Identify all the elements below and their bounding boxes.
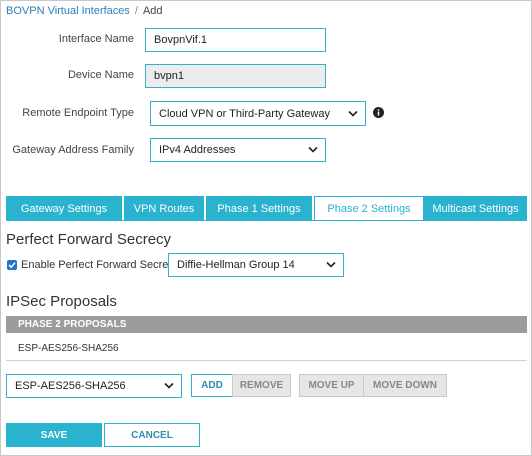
proposal-select[interactable]: ESP-AES256-SHA256: [6, 374, 182, 398]
dh-group-value: Diffie-Hellman Group 14: [177, 259, 295, 271]
remote-endpoint-type-label: Remote Endpoint Type: [22, 107, 134, 119]
pfs-section-title: Perfect Forward Secrecy: [6, 231, 172, 248]
pfs-checkbox[interactable]: [7, 260, 17, 270]
save-button[interactable]: SAVE: [6, 423, 102, 447]
tab-gateway-settings[interactable]: Gateway Settings: [6, 196, 124, 221]
tab-multicast-settings[interactable]: Multicast Settings: [424, 196, 527, 221]
divider: [6, 360, 527, 361]
tab-underline: [6, 220, 527, 221]
gateway-address-family-select[interactable]: IPv4 Addresses: [150, 138, 326, 162]
checkmark-icon: [8, 262, 16, 269]
table-row[interactable]: ESP-AES256-SHA256: [18, 343, 119, 354]
tab-phase-1-settings[interactable]: Phase 1 Settings: [206, 196, 314, 221]
info-icon[interactable]: [373, 107, 384, 118]
move-down-button[interactable]: MOVE DOWN: [363, 374, 447, 397]
remote-endpoint-type-select[interactable]: Cloud VPN or Third-Party Gateway: [150, 101, 366, 126]
breadcrumb-separator: /: [134, 5, 138, 17]
proposals-column-header: PHASE 2 PROPOSALS: [6, 316, 527, 333]
remote-endpoint-type-value: Cloud VPN or Third-Party Gateway: [159, 107, 330, 120]
device-name-label: Device Name: [67, 69, 134, 81]
interface-name-value: BovpnVif.1: [154, 34, 208, 46]
chevron-down-icon: [326, 260, 336, 270]
chevron-down-icon: [164, 381, 174, 391]
interface-name-label: Interface Name: [58, 33, 134, 45]
chevron-down-icon: [348, 108, 358, 118]
add-button[interactable]: ADD: [191, 374, 233, 397]
settings-tabs: Gateway Settings VPN Routes Phase 1 Sett…: [6, 196, 527, 221]
interface-name-input[interactable]: BovpnVif.1: [145, 28, 326, 52]
ipsec-section-title: IPSec Proposals: [6, 293, 117, 310]
device-name-value: bvpn1: [154, 70, 184, 82]
dh-group-select[interactable]: Diffie-Hellman Group 14: [168, 253, 344, 277]
chevron-down-icon: [308, 145, 318, 155]
breadcrumb: BOVPN Virtual Interfaces / Add: [6, 5, 163, 17]
breadcrumb-parent-link[interactable]: BOVPN Virtual Interfaces: [6, 5, 130, 17]
tab-vpn-routes[interactable]: VPN Routes: [124, 196, 206, 221]
gateway-address-family-label: Gateway Address Family: [12, 144, 134, 156]
device-name-input: bvpn1: [145, 64, 326, 88]
tab-phase-2-settings[interactable]: Phase 2 Settings: [314, 196, 424, 221]
move-up-button[interactable]: MOVE UP: [299, 374, 364, 397]
breadcrumb-current: Add: [142, 5, 163, 17]
remove-button[interactable]: REMOVE: [232, 374, 291, 397]
proposal-select-value: ESP-AES256-SHA256: [15, 380, 126, 392]
pfs-checkbox-row: Enable Perfect Forward Secrecy: [7, 259, 179, 271]
gateway-address-family-value: IPv4 Addresses: [159, 144, 236, 156]
pfs-checkbox-label[interactable]: Enable Perfect Forward Secrecy: [21, 259, 179, 271]
cancel-button[interactable]: CANCEL: [104, 423, 200, 447]
